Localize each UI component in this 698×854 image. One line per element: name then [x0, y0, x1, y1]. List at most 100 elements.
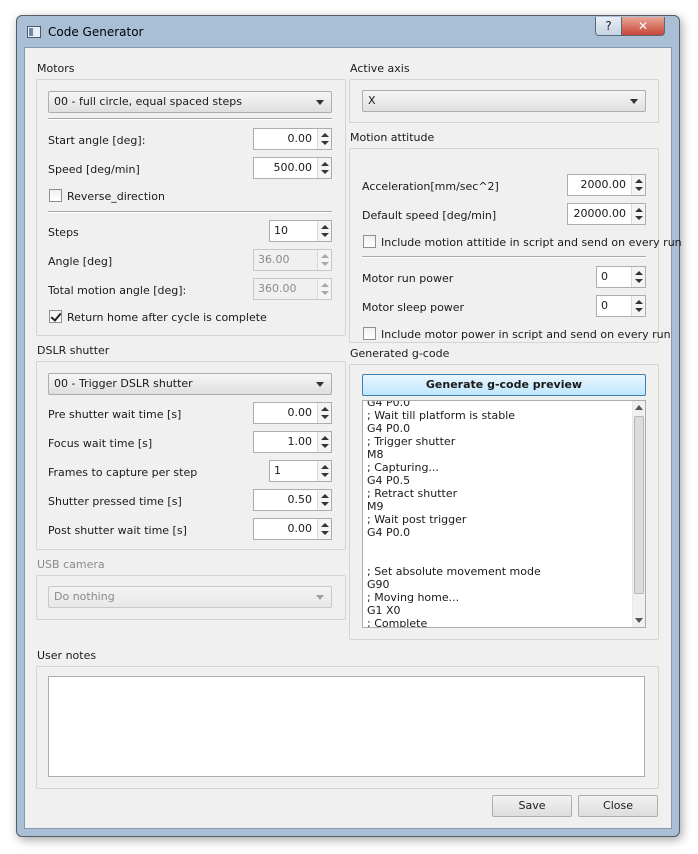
default-speed-spinbox[interactable]: 20000.00 — [567, 203, 646, 225]
start-angle-spinbox[interactable]: 0.00 — [253, 128, 332, 150]
scroll-thumb[interactable] — [634, 416, 644, 594]
close-button[interactable]: Close — [578, 795, 658, 817]
default-speed-value: 20000.00 — [573, 207, 627, 220]
steps-spinbox[interactable]: 10 — [269, 220, 332, 242]
spin-down-icon[interactable] — [321, 415, 329, 419]
motor-run-power-value: 0 — [601, 270, 608, 283]
spin-down-icon[interactable] — [321, 233, 329, 237]
spin-down-icon[interactable] — [321, 444, 329, 448]
dslr-mode-select[interactable]: 00 - Trigger DSLR shutter — [48, 373, 332, 395]
usb-camera-value: Do nothing — [54, 590, 115, 603]
motor-mode-select[interactable]: 00 - full circle, equal spaced steps — [48, 91, 332, 113]
active-axis-group: X — [349, 79, 659, 123]
focus-wait-value: 1.00 — [287, 435, 313, 448]
dslr-group: 00 - Trigger DSLR shutter Pre shutter wa… — [36, 361, 346, 550]
focus-wait-spinbox[interactable]: 1.00 — [253, 431, 332, 453]
spin-down-icon[interactable] — [635, 187, 643, 191]
motor-sleep-power-spinbox[interactable]: 0 — [596, 295, 646, 317]
spin-up-icon[interactable] — [635, 179, 643, 183]
include-power-checkbox[interactable] — [363, 327, 376, 340]
spin-up-icon[interactable] — [635, 208, 643, 212]
shutter-pressed-spinbox[interactable]: 0.50 — [253, 489, 332, 511]
spin-up-icon[interactable] — [321, 465, 329, 469]
active-axis-group-title: Active axis — [350, 62, 410, 75]
spin-up-icon[interactable] — [321, 407, 329, 411]
spin-down-icon — [321, 262, 329, 266]
reverse-direction-label: Reverse_direction — [67, 190, 165, 203]
save-button[interactable]: Save — [492, 795, 572, 817]
scroll-up-icon[interactable] — [635, 405, 643, 410]
user-notes-group-title: User notes — [37, 649, 97, 662]
spin-down-icon[interactable] — [635, 308, 643, 312]
speed-spinbox[interactable]: 500.00 — [253, 157, 332, 179]
spin-up-icon[interactable] — [321, 436, 329, 440]
divider — [48, 118, 332, 120]
chevron-down-icon — [316, 595, 324, 600]
close-window-button[interactable]: ✕ — [621, 17, 665, 36]
spin-down-icon[interactable] — [635, 279, 643, 283]
gcode-line: G90 — [367, 578, 390, 591]
acceleration-value: 2000.00 — [580, 178, 627, 191]
post-shutter-wait-value: 0.00 — [287, 522, 313, 535]
reverse-direction-checkbox[interactable] — [49, 189, 62, 202]
chevron-down-icon — [630, 99, 638, 104]
spin-up-icon[interactable] — [321, 225, 329, 229]
gcode-preview-textarea[interactable]: G4 P0.0; Wait till platform is stable G4 … — [362, 400, 646, 628]
spin-down-icon[interactable] — [321, 170, 329, 174]
gcode-line: ; Capturing... — [367, 461, 439, 474]
active-axis-select[interactable]: X — [362, 90, 646, 112]
spin-up-icon[interactable] — [321, 523, 329, 527]
motion-attitude-group-title: Motion attitude — [350, 131, 435, 144]
start-angle-label: Start angle [deg]: — [48, 134, 146, 147]
user-notes-textarea[interactable] — [48, 676, 645, 777]
spin-down-icon[interactable] — [321, 141, 329, 145]
scroll-down-icon[interactable] — [635, 618, 643, 623]
angle-value: 36.00 — [258, 253, 290, 266]
motors-group: 00 - full circle, equal spaced steps Sta… — [36, 79, 346, 336]
help-button[interactable]: ? — [595, 17, 622, 36]
speed-value: 500.00 — [273, 161, 313, 174]
pre-shutter-wait-spinbox[interactable]: 0.00 — [253, 402, 332, 424]
generate-preview-button[interactable]: Generate g-code preview — [362, 374, 646, 396]
acceleration-spinbox[interactable]: 2000.00 — [567, 174, 646, 196]
motor-run-power-spinbox[interactable]: 0 — [596, 266, 646, 288]
gcode-group: Generate g-code preview G4 P0.0; Wait ti… — [349, 364, 659, 640]
gcode-line: G4 P0.5 — [367, 474, 411, 487]
user-notes-group — [36, 666, 659, 789]
spin-up-icon — [321, 283, 329, 287]
spin-down-icon[interactable] — [321, 502, 329, 506]
return-home-label: Return home after cycle is complete — [67, 311, 267, 324]
gcode-lines: G4 P0.0; Wait till platform is stable G4 … — [367, 401, 629, 627]
title-bar[interactable]: Code Generator ? ✕ — [17, 16, 679, 48]
motor-run-power-label: Motor run power — [362, 272, 454, 285]
post-shutter-wait-spinbox[interactable]: 0.00 — [253, 518, 332, 540]
include-attitude-checkbox[interactable] — [363, 235, 376, 248]
include-power-label: Include motor power in script and send o… — [381, 328, 671, 341]
spin-down-icon[interactable] — [321, 531, 329, 535]
spin-down-icon[interactable] — [635, 216, 643, 220]
usb-camera-group: Do nothing — [36, 575, 346, 620]
gcode-line: G4 P0.0 — [367, 422, 411, 435]
spin-up-icon[interactable] — [635, 271, 643, 275]
spin-up-icon[interactable] — [321, 162, 329, 166]
spin-up-icon[interactable] — [321, 133, 329, 137]
spin-up-icon — [321, 254, 329, 258]
motor-sleep-power-value: 0 — [601, 299, 608, 312]
gcode-scrollbar[interactable] — [632, 401, 645, 627]
window-title: Code Generator — [48, 25, 144, 39]
include-attitude-label: Include motion attitide in script and se… — [381, 236, 682, 249]
acceleration-label: Acceleration[mm/sec^2] — [362, 180, 499, 193]
spin-up-icon[interactable] — [635, 300, 643, 304]
start-angle-value: 0.00 — [287, 132, 313, 145]
frames-per-step-spinbox[interactable]: 1 — [269, 460, 332, 482]
gcode-line: G4 P0.0 — [367, 526, 411, 539]
gcode-line: M8 — [367, 448, 384, 461]
motor-mode-value: 00 - full circle, equal spaced steps — [54, 95, 242, 108]
divider — [48, 211, 332, 213]
total-angle-label: Total motion angle [deg]: — [48, 284, 187, 297]
spin-up-icon[interactable] — [321, 494, 329, 498]
gcode-line: ; Moving home... — [367, 591, 460, 604]
return-home-checkbox[interactable] — [49, 310, 62, 323]
spin-down-icon[interactable] — [321, 473, 329, 477]
gcode-line: ; Wait post trigger — [367, 513, 467, 526]
